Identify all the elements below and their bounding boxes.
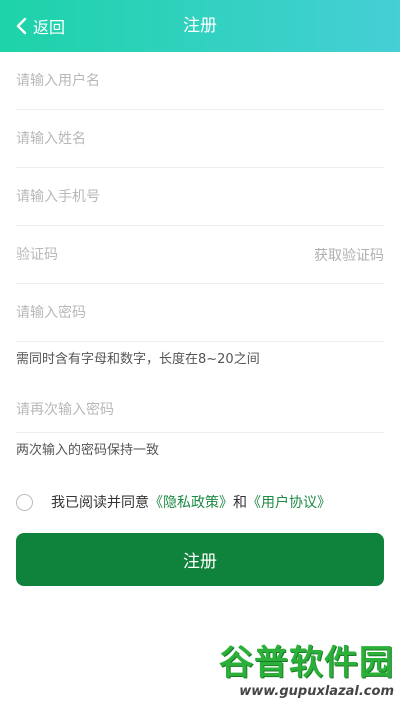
register-button[interactable]: 注册 — [16, 533, 384, 586]
agreement-prefix: 我已阅读并同意 — [51, 495, 149, 511]
password-row — [16, 284, 384, 342]
password-input[interactable] — [16, 297, 384, 328]
register-form: 获取验证码 需同时含有字母和数字，长度在8~20之间 两次输入的密码保持一致 — [16, 52, 384, 478]
confirm-password-row — [16, 387, 384, 433]
phone-input[interactable] — [16, 181, 384, 212]
user-agreement-link[interactable]: 《用户协议》 — [247, 492, 331, 512]
code-row: 获取验证码 — [16, 226, 384, 284]
username-row — [16, 52, 384, 110]
agreement-row: 我已阅读并同意 《隐私政策》 和 《用户协议》 — [16, 490, 331, 514]
name-row — [16, 110, 384, 168]
header-bar: 返回 注册 — [0, 0, 400, 52]
back-button[interactable]: 返回 — [16, 0, 65, 52]
password-hint: 需同时含有字母和数字，长度在8~20之间 — [16, 352, 260, 367]
watermark-url: www.gupuxlazal.com — [239, 684, 394, 699]
phone-row — [16, 168, 384, 226]
watermark: 谷普软件园 www.gupuxlazal.com — [204, 643, 394, 707]
username-input[interactable] — [16, 65, 384, 96]
agreement-and: 和 — [233, 495, 247, 511]
confirm-password-input[interactable] — [16, 394, 384, 425]
back-label: 返回 — [33, 18, 66, 37]
get-code-button[interactable]: 获取验证码 — [314, 245, 384, 265]
agree-radio[interactable] — [16, 493, 33, 511]
verification-code-input[interactable] — [16, 239, 304, 270]
confirm-password-hint: 两次输入的密码保持一致 — [16, 443, 160, 458]
name-input[interactable] — [16, 123, 384, 154]
privacy-policy-link[interactable]: 《隐私政策》 — [149, 492, 233, 512]
watermark-logo: 谷普软件园 — [219, 643, 394, 683]
chevron-left-icon — [16, 17, 27, 35]
